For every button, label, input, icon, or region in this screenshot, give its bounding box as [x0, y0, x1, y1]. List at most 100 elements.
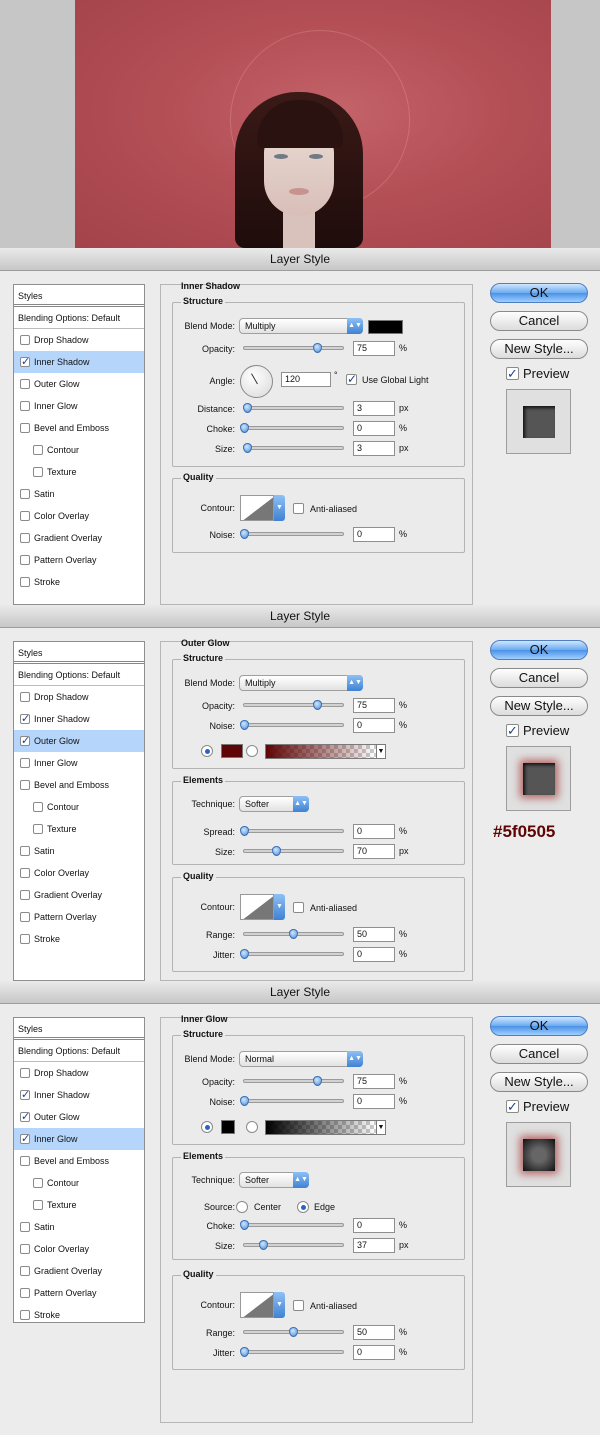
chevron-down-icon[interactable]: ▼ [376, 744, 386, 759]
slider-knob[interactable] [242, 443, 252, 453]
checkbox[interactable] [20, 868, 30, 878]
blending-options[interactable]: Blending Options: Default [14, 307, 144, 329]
slider-knob[interactable] [258, 1240, 268, 1250]
technique-select[interactable]: Softer ▲▼ [239, 796, 309, 812]
checkbox[interactable] [20, 1156, 30, 1166]
style-color-overlay[interactable]: Color Overlay [14, 505, 144, 527]
noise-input[interactable]: 0 [353, 527, 395, 542]
style-outer-glow[interactable]: Outer Glow [14, 373, 144, 395]
checkbox[interactable] [20, 379, 30, 389]
slider-knob[interactable] [242, 403, 252, 413]
checkbox[interactable] [33, 1200, 43, 1210]
checkbox[interactable] [20, 533, 30, 543]
checkbox[interactable] [20, 1244, 30, 1254]
noise-slider[interactable] [240, 527, 344, 541]
size-slider[interactable] [243, 844, 344, 858]
style-color-overlay[interactable]: Color Overlay [14, 1238, 144, 1260]
style-outer-glow[interactable]: ✓ Outer Glow [14, 1106, 144, 1128]
gradient-radio[interactable] [246, 1121, 258, 1133]
slider-knob[interactable] [288, 1327, 298, 1337]
spread-input[interactable]: 0 [353, 824, 395, 839]
range-input[interactable]: 50 [353, 927, 395, 942]
chevron-down-icon[interactable]: ▼ [274, 1292, 285, 1318]
opacity-slider[interactable] [243, 341, 344, 355]
size-input[interactable]: 37 [353, 1238, 395, 1253]
checkbox-checked[interactable]: ✓ [20, 357, 30, 368]
style-contour[interactable]: Contour [14, 796, 144, 818]
cancel-button[interactable]: Cancel [490, 311, 588, 331]
checkbox[interactable] [33, 445, 43, 455]
range-input[interactable]: 50 [353, 1325, 395, 1340]
contour-picker[interactable] [240, 894, 274, 920]
styles-header[interactable]: Styles [14, 642, 144, 664]
spread-slider[interactable] [240, 824, 344, 838]
chevron-down-icon[interactable]: ▼ [274, 894, 285, 920]
style-satin[interactable]: Satin [14, 1216, 144, 1238]
jitter-slider[interactable] [240, 1345, 344, 1359]
glow-gradient-picker[interactable]: ▼ [265, 744, 386, 759]
angle-input[interactable]: 120 [281, 372, 331, 387]
checkbox[interactable] [20, 758, 30, 768]
noise-input[interactable]: 0 [353, 718, 395, 733]
checkbox[interactable] [20, 511, 30, 521]
checkbox[interactable] [20, 1310, 30, 1320]
choke-slider[interactable] [240, 421, 344, 435]
jitter-input[interactable]: 0 [353, 947, 395, 962]
style-gradient-overlay[interactable]: Gradient Overlay [14, 527, 144, 549]
source-edge-radio[interactable] [297, 1201, 309, 1213]
checkbox[interactable] [33, 824, 43, 834]
preview-checkbox[interactable]: ✓ [506, 367, 519, 380]
ok-button[interactable]: OK [490, 640, 588, 660]
style-gradient-overlay[interactable]: Gradient Overlay [14, 884, 144, 906]
ok-button[interactable]: OK [490, 1016, 588, 1036]
slider-knob[interactable] [240, 1220, 249, 1230]
noise-input[interactable]: 0 [353, 1094, 395, 1109]
blending-options[interactable]: Blending Options: Default [14, 1040, 144, 1062]
checkbox[interactable] [20, 912, 30, 922]
style-drop-shadow[interactable]: Drop Shadow [14, 329, 144, 351]
slider-knob[interactable] [271, 846, 281, 856]
style-texture[interactable]: Texture [14, 818, 144, 840]
slider-knob[interactable] [240, 949, 249, 959]
style-gradient-overlay[interactable]: Gradient Overlay [14, 1260, 144, 1282]
new-style-button[interactable]: New Style... [490, 1072, 588, 1092]
chevron-down-icon[interactable]: ▼ [274, 495, 285, 521]
preview-checkbox[interactable]: ✓ [506, 1100, 519, 1113]
style-stroke[interactable]: Stroke [14, 1304, 144, 1326]
solid-color-radio[interactable] [201, 745, 213, 757]
checkbox[interactable] [33, 802, 43, 812]
anti-aliased-checkbox[interactable] [293, 503, 304, 514]
checkbox[interactable] [20, 890, 30, 900]
checkbox[interactable] [20, 577, 30, 587]
opacity-input[interactable]: 75 [353, 341, 395, 356]
slider-knob[interactable] [240, 529, 249, 539]
range-slider[interactable] [243, 927, 344, 941]
checkbox[interactable] [20, 934, 30, 944]
checkbox[interactable] [20, 692, 30, 702]
checkbox[interactable] [20, 1266, 30, 1276]
use-global-light-checkbox[interactable]: ✓ [346, 373, 357, 385]
contour-picker[interactable] [240, 1292, 274, 1318]
checkbox-checked[interactable]: ✓ [20, 736, 30, 747]
gradient-radio[interactable] [246, 745, 258, 757]
style-stroke[interactable]: Stroke [14, 928, 144, 950]
style-inner-shadow[interactable]: ✓ Inner Shadow [14, 351, 144, 373]
glow-gradient-picker[interactable]: ▼ [265, 1120, 386, 1135]
checkbox[interactable] [20, 780, 30, 790]
style-inner-glow[interactable]: ✓ Inner Glow [14, 1128, 144, 1150]
anti-aliased-checkbox[interactable] [293, 1300, 304, 1311]
slider-knob[interactable] [240, 720, 249, 730]
style-bevel-emboss[interactable]: Bevel and Emboss [14, 417, 144, 439]
blend-mode-select[interactable]: Multiply ▲▼ [239, 675, 363, 691]
anti-aliased-checkbox[interactable] [293, 902, 304, 913]
slider-knob[interactable] [313, 1076, 323, 1086]
style-contour[interactable]: Contour [14, 1172, 144, 1194]
cancel-button[interactable]: Cancel [490, 1044, 588, 1064]
style-stroke[interactable]: Stroke [14, 571, 144, 593]
size-input[interactable]: 70 [353, 844, 395, 859]
checkbox-checked[interactable]: ✓ [20, 1134, 30, 1145]
solid-color-radio[interactable] [201, 1121, 213, 1133]
style-pattern-overlay[interactable]: Pattern Overlay [14, 549, 144, 571]
noise-slider[interactable] [240, 718, 344, 732]
style-contour[interactable]: Contour [14, 439, 144, 461]
